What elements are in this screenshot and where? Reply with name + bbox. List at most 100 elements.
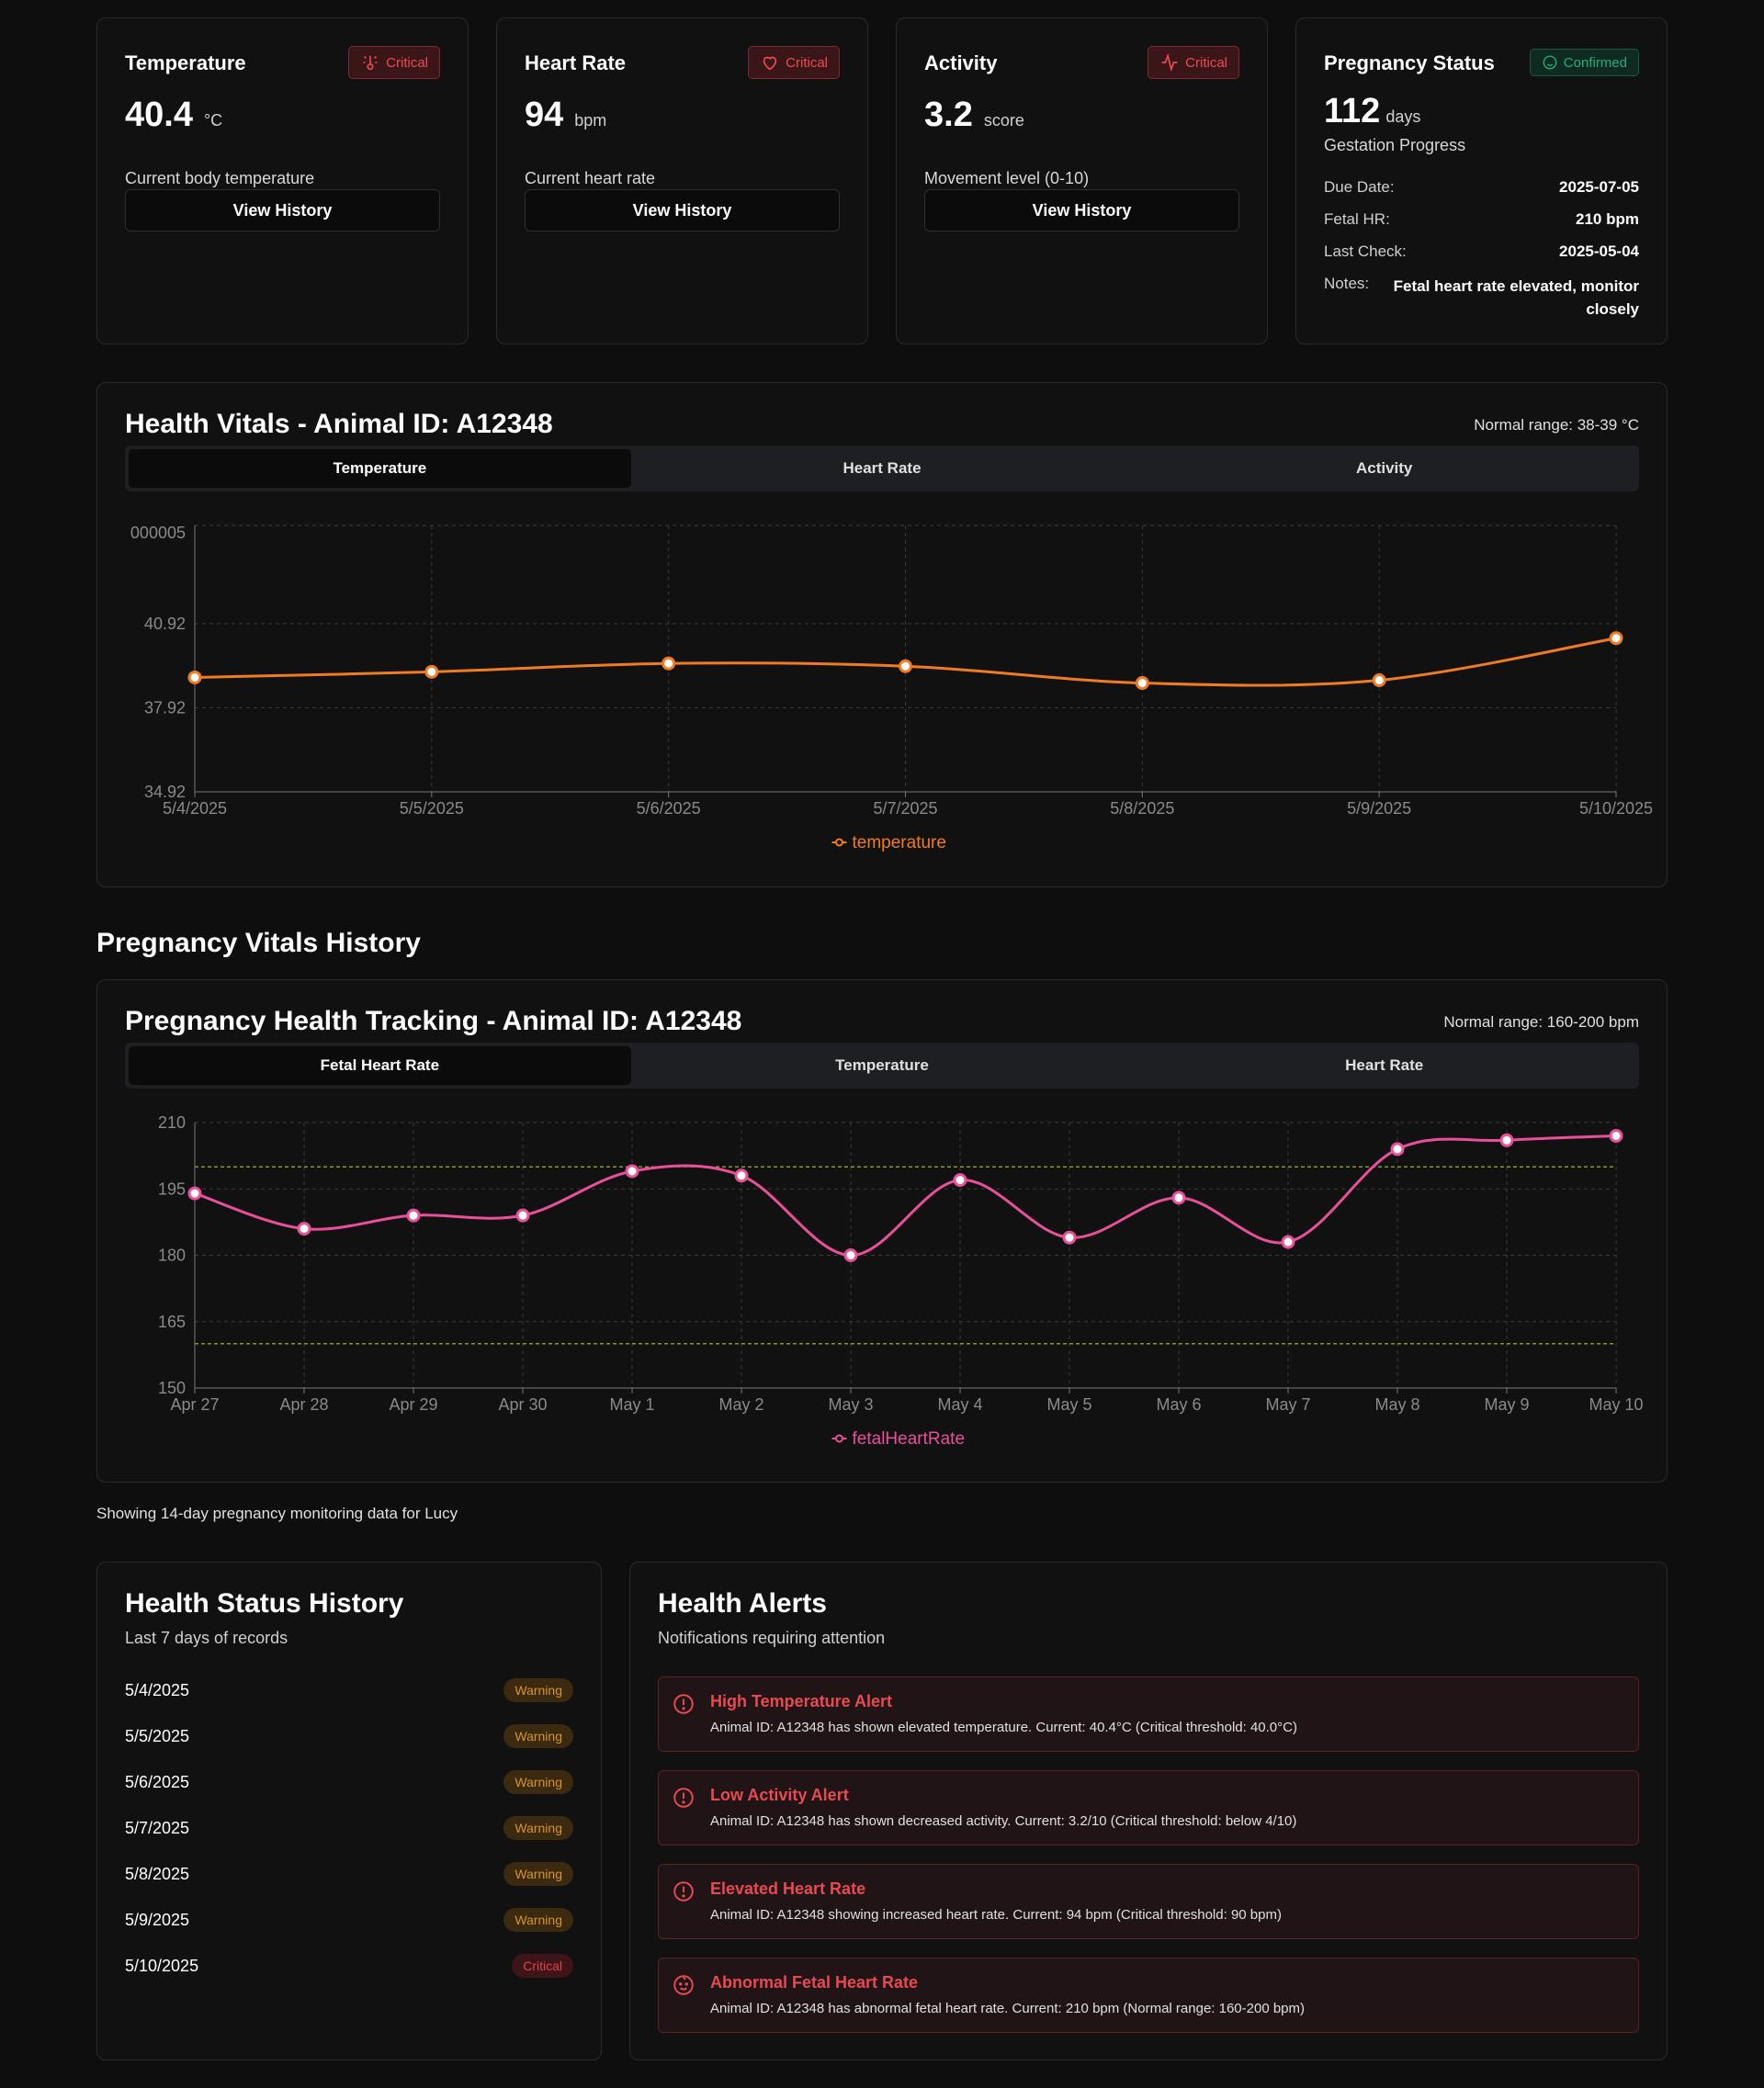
- y-tick-label: 40.92: [144, 615, 186, 633]
- history-date: 5/8/2025: [125, 1864, 190, 1883]
- gestation-progress-label: Gestation Progress: [1324, 136, 1466, 154]
- alerts-subtitle: Notifications requiring attention: [658, 1629, 886, 1647]
- data-point: [899, 659, 912, 673]
- x-tick-label: May 8: [1374, 1395, 1419, 1414]
- alert-message: Animal ID: A12348 has shown decreased ac…: [710, 1813, 1297, 1829]
- y-tick-label: 195: [158, 1179, 186, 1198]
- y-tick-label: 000005: [130, 524, 186, 542]
- x-tick-label: May 2: [718, 1395, 763, 1414]
- health-status-history-card: Health Status History Last 7 days of rec…: [96, 1562, 602, 2060]
- heart-rate-value: 94 bpm: [525, 96, 606, 135]
- fetal-heart-rate-chart: 150 165 180 195 210 Apr 27 Apr 28 Apr 29 Apr 30 M…: [158, 1113, 1644, 1449]
- notes-value: Fetal heart rate elevated, monitor close…: [1393, 277, 1639, 318]
- x-tick-label: 5/5/2025: [400, 799, 464, 818]
- status-badge: Warning: [503, 1724, 573, 1748]
- data-point: [734, 1168, 749, 1183]
- series-line: [194, 1134, 1617, 1258]
- y-tick-label: 180: [158, 1247, 186, 1265]
- due-date-row: Due Date: 2025-07-05: [1324, 178, 1639, 197]
- x-tick-label: May 7: [1265, 1395, 1310, 1414]
- legend-label: fetalHeartRate: [853, 1429, 966, 1449]
- alert-item[interactable]: Low Activity Alert Animal ID: A12348 has …: [658, 1770, 1639, 1845]
- x-tick-label: 5/9/2025: [1347, 799, 1411, 818]
- activity-number: 3.2: [924, 96, 973, 134]
- history-row: 5/9/2025 Warning: [125, 1906, 573, 1934]
- activity-card: Activity Critical 3.2 score Movement lev…: [896, 17, 1268, 344]
- alerts-title: Health Alerts: [658, 1588, 827, 1619]
- history-title: Health Status History: [125, 1588, 404, 1619]
- activity-status-badge: Critical: [1148, 46, 1239, 79]
- data-point: [1171, 1191, 1186, 1205]
- alert-item[interactable]: Abnormal Fetal Heart Rate Animal ID: A123…: [658, 1958, 1639, 2033]
- heart-rate-view-history-button[interactable]: View History: [525, 189, 840, 231]
- data-point: [625, 1164, 639, 1179]
- last-check-label: Last Check:: [1324, 243, 1407, 260]
- status-badge: Critical: [512, 1954, 573, 1978]
- temperature-unit: °C: [203, 111, 223, 130]
- status-badge: Warning: [503, 1862, 573, 1886]
- temperature-title: Temperature: [125, 51, 246, 74]
- history-date: 5/7/2025: [125, 1818, 190, 1837]
- x-tick-label: 5/4/2025: [163, 799, 227, 818]
- status-badge: Warning: [503, 1678, 573, 1702]
- data-point: [1609, 1128, 1623, 1143]
- pregnancy-tracking-card: Pregnancy Health Tracking - Animal ID: A…: [96, 979, 1668, 1483]
- alert-title: Elevated Heart Rate: [710, 1879, 866, 1898]
- activity-view-history-button[interactable]: View History: [924, 189, 1239, 231]
- data-point: [662, 656, 676, 671]
- x-tick-label: 5/7/2025: [873, 799, 937, 818]
- history-row: 5/4/2025 Warning: [125, 1676, 573, 1704]
- heart-rate-card: Heart Rate Critical 94 bpm Current heart…: [496, 17, 868, 344]
- temperature-number: 40.4: [125, 96, 193, 134]
- history-row: 5/8/2025 Warning: [125, 1860, 573, 1888]
- x-tick-label: 5/6/2025: [637, 799, 701, 818]
- y-tick-label: 37.92: [144, 698, 186, 717]
- data-point: [1609, 631, 1623, 646]
- heart-rate-badge-label: Critical: [786, 54, 828, 71]
- pregnancy-status-card: Pregnancy Status Confirmed 112 days Gest…: [1295, 17, 1668, 344]
- history-date: 5/6/2025: [125, 1772, 190, 1791]
- heart-rate-title: Heart Rate: [525, 51, 627, 74]
- status-badge: Warning: [503, 1908, 573, 1932]
- alert-item[interactable]: Elevated Heart Rate Animal ID: A12348 sho…: [658, 1864, 1639, 1939]
- data-point: [1372, 673, 1386, 688]
- activity-title: Activity: [924, 51, 998, 74]
- x-tick-label: May 10: [1589, 1395, 1643, 1414]
- temperature-card: Temperature Critical 40.4 °C Current bod…: [96, 17, 469, 344]
- x-tick-label: Apr 28: [279, 1395, 328, 1414]
- history-row: 5/6/2025 Warning: [125, 1768, 573, 1796]
- activity-badge-label: Critical: [1185, 54, 1227, 71]
- alert-title: Low Activity Alert: [710, 1786, 849, 1804]
- gestation-days-number: 112: [1324, 92, 1381, 130]
- temperature-description: Current body temperature: [125, 169, 315, 187]
- notes-label: Notes:: [1324, 275, 1370, 292]
- alert-title: High Temperature Alert: [710, 1692, 893, 1710]
- temperature-badge-label: Critical: [386, 54, 428, 71]
- fetal-hr-label: Fetal HR:: [1324, 210, 1390, 228]
- history-row: 5/7/2025 Warning: [125, 1814, 573, 1842]
- due-date-label: Due Date:: [1324, 178, 1395, 196]
- monitoring-caption: Showing 14-day pregnancy monitoring data…: [96, 1505, 458, 1522]
- data-point: [1390, 1142, 1405, 1157]
- alert-circle-icon: [672, 1786, 695, 1810]
- last-check-row: Last Check: 2025-05-04: [1324, 243, 1639, 261]
- fetal-hr-value: 210 bpm: [1576, 210, 1639, 228]
- pregnancy-vitals-history-heading: Pregnancy Vitals History: [96, 928, 421, 958]
- data-point: [953, 1173, 967, 1188]
- pregnancy-status-badge: Confirmed: [1529, 49, 1639, 76]
- temperature-status-badge: Critical: [348, 46, 440, 79]
- alert-item[interactable]: High Temperature Alert Animal ID: A12348 …: [658, 1676, 1639, 1752]
- thermometer-icon: [363, 55, 378, 71]
- heart-icon: [763, 56, 777, 71]
- x-tick-label: May 5: [1046, 1395, 1091, 1414]
- data-point: [406, 1208, 421, 1223]
- alert-circle-icon: [672, 1879, 695, 1903]
- notes-row: Notes: Fetal heart rate elevated, monito…: [1324, 275, 1639, 321]
- fetal-hr-row: Fetal HR: 210 bpm: [1324, 210, 1639, 229]
- heart-rate-number: 94: [525, 96, 564, 134]
- data-point: [1499, 1133, 1514, 1147]
- data-point: [297, 1222, 311, 1236]
- temperature-view-history-button[interactable]: View History: [125, 189, 440, 231]
- data-point: [1281, 1235, 1295, 1249]
- alert-message: Animal ID: A12348 has abnormal fetal hea…: [710, 2001, 1306, 2016]
